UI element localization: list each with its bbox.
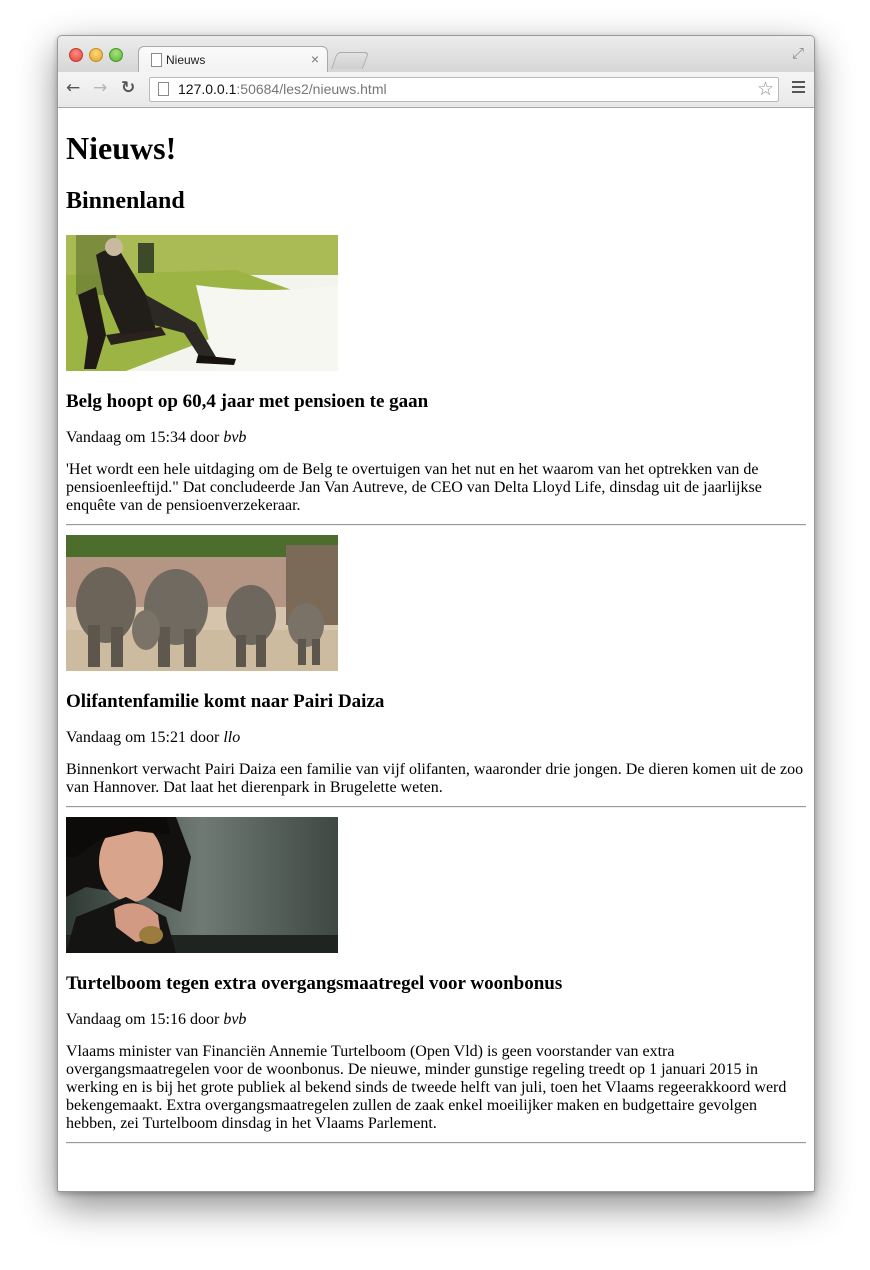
tab-title: Nieuws xyxy=(166,53,206,67)
article-meta: Vandaag om 15:21 door llo xyxy=(66,729,806,747)
article-headline: Turtelboom tegen extra overgangsmaatrege… xyxy=(66,973,563,994)
article-author: bvb xyxy=(223,1011,247,1028)
page-icon xyxy=(158,82,169,96)
article-headline: Belg hoopt op 60,4 jaar met pensioen te … xyxy=(66,391,429,412)
new-tab-button[interactable] xyxy=(330,52,370,69)
article-date: Vandaag om 15:34 door xyxy=(66,429,224,446)
window-maximize-button[interactable] xyxy=(109,48,123,62)
page-title: Nieuws! xyxy=(66,130,177,166)
news-article: Belg hoopt op 60,4 jaar met pensioen te … xyxy=(66,235,806,526)
elephant-family-image xyxy=(66,535,338,671)
page-content: Nieuws! Binnenland Belg hoopt op 60,4 ja… xyxy=(58,108,814,1191)
url-path: :50684/les2/nieuws.html xyxy=(236,81,387,97)
menu-icon[interactable] xyxy=(792,81,805,96)
window-minimize-button[interactable] xyxy=(89,48,103,62)
title-bar: Nieuws × ⤢ xyxy=(58,36,814,73)
section-heading: Binnenland xyxy=(66,188,185,214)
reload-icon[interactable]: ↻ xyxy=(121,78,135,98)
article-date: Vandaag om 15:21 door xyxy=(66,729,224,746)
article-headline: Olifantenfamilie komt naar Pairi Daiza xyxy=(66,691,385,712)
article-divider xyxy=(66,524,806,526)
tab-close-icon[interactable]: × xyxy=(311,51,319,67)
article-body: 'Het wordt een hele uitdaging om de Belg… xyxy=(66,461,762,514)
forward-arrow-icon[interactable]: → xyxy=(93,78,107,98)
window-close-button[interactable] xyxy=(69,48,83,62)
article-meta: Vandaag om 15:34 door bvb xyxy=(66,429,806,447)
document-icon xyxy=(151,53,162,67)
address-bar[interactable]: 127.0.0.1:50684/les2/nieuws.html ☆ xyxy=(149,77,779,102)
url-text[interactable]: 127.0.0.1:50684/les2/nieuws.html xyxy=(178,81,387,97)
article-body: Binnenkort verwacht Pairi Daiza een fami… xyxy=(66,761,804,796)
pensioner-on-bench-image xyxy=(66,235,338,371)
back-arrow-icon[interactable]: ← xyxy=(66,78,80,98)
browser-window: Nieuws × ⤢ ← → ↻ 127.0.0.1:50684/les2/ni… xyxy=(57,35,815,1192)
article-author: llo xyxy=(223,729,241,746)
tab-nieuws[interactable]: Nieuws × xyxy=(138,46,328,73)
article-date: Vandaag om 15:16 door xyxy=(66,1011,224,1028)
news-article: Olifantenfamilie komt naar Pairi Daiza V… xyxy=(66,535,806,808)
article-divider xyxy=(66,1142,806,1144)
article-author: bvb xyxy=(223,429,247,446)
minister-portrait-image xyxy=(66,817,338,953)
article-body: Vlaams minister van Financiën Annemie Tu… xyxy=(66,1043,787,1132)
fullscreen-icon[interactable]: ⤢ xyxy=(792,44,804,62)
browser-toolbar: ← → ↻ 127.0.0.1:50684/les2/nieuws.html ☆ xyxy=(58,72,814,108)
bookmark-star-icon[interactable]: ☆ xyxy=(757,78,774,100)
url-host: 127.0.0.1 xyxy=(178,81,237,97)
news-article: Turtelboom tegen extra overgangsmaatrege… xyxy=(66,817,806,1144)
article-meta: Vandaag om 15:16 door bvb xyxy=(66,1011,806,1029)
article-divider xyxy=(66,806,806,808)
